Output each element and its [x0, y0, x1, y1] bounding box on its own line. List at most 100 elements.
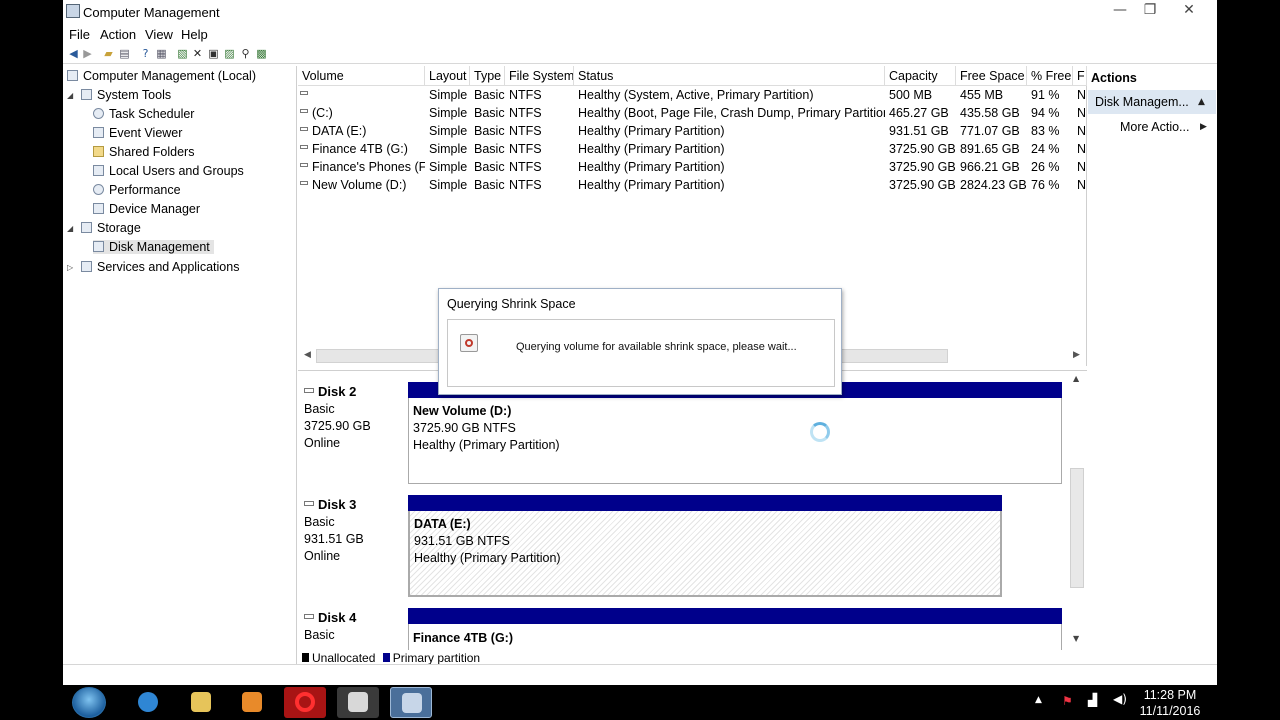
- column-header-capacity[interactable]: Capacity: [885, 66, 956, 86]
- tree-item-system-tools[interactable]: ◢ System Tools: [67, 88, 171, 102]
- tree-item-computer-management[interactable]: Computer Management (Local): [67, 69, 256, 83]
- column-header-status[interactable]: Status: [574, 66, 885, 86]
- collapse-arrow-icon[interactable]: ◢: [67, 224, 73, 233]
- partition-data-e[interactable]: DATA (E:) 931.51 GB NTFS Healthy (Primar…: [408, 511, 1002, 597]
- tree-item-disk-management[interactable]: Disk Management: [93, 240, 214, 254]
- taskbar-computer-management[interactable]: [390, 687, 432, 718]
- vertical-scrollbar[interactable]: ▲ ▼: [1068, 372, 1086, 648]
- export-list-icon[interactable]: ▧: [176, 47, 189, 60]
- legend-primary-label: Primary partition: [392, 651, 481, 664]
- table-row[interactable]: New Volume (D:) Simple Basic NTFS Healthy (P…: [298, 177, 1087, 195]
- tree-item-storage[interactable]: ◢ Storage: [67, 221, 141, 235]
- dialog-body: Querying volume for available shrink spa…: [447, 319, 835, 387]
- performance-icon: [93, 184, 104, 195]
- maximize-button[interactable]: ❐: [1136, 0, 1164, 20]
- tree-item-device-manager[interactable]: Device Manager: [93, 202, 200, 216]
- event-viewer-icon: [93, 127, 104, 138]
- submenu-arrow-icon[interactable]: ▶: [1200, 122, 1207, 132]
- table-cell-volume: New Volume (D:): [300, 178, 425, 196]
- table-cell-f: N: [1077, 124, 1087, 138]
- column-header-layout[interactable]: Layout: [425, 66, 470, 86]
- start-button[interactable]: [72, 687, 106, 718]
- partition-finance-4tb-g[interactable]: Finance 4TB (G:): [408, 624, 1062, 650]
- disk-3-label[interactable]: Disk 3 Basic 931.51 GB Online: [304, 496, 410, 565]
- clock-date[interactable]: 11/11/2016: [1134, 704, 1206, 718]
- table-row[interactable]: Simple Basic NTFS Healthy (System, Active, …: [298, 87, 1087, 105]
- collapse-arrow-icon[interactable]: ◢: [67, 91, 73, 100]
- volume-icon[interactable]: ◀): [1113, 692, 1127, 706]
- taskbar-internet-explorer[interactable]: [127, 687, 169, 718]
- wait-icon: [460, 334, 478, 352]
- network-icon[interactable]: ▟: [1088, 693, 1097, 707]
- table-cell-pct: 76 %: [1031, 178, 1060, 192]
- column-header-fault-tolerance[interactable]: F: [1073, 66, 1087, 86]
- settings-icon[interactable]: ▣: [207, 47, 220, 60]
- column-header-percent-free[interactable]: % Free: [1027, 66, 1073, 86]
- back-arrow-icon[interactable]: ◀: [67, 47, 80, 60]
- vertical-scroll-thumb[interactable]: [1070, 468, 1084, 588]
- taskbar-file-explorer[interactable]: [180, 687, 222, 718]
- delete-icon[interactable]: ✕: [191, 47, 204, 60]
- action-center-icon[interactable]: ⚑: [1062, 694, 1073, 708]
- table-cell-free: 771.07 GB: [960, 124, 1020, 138]
- table-cell-volume: DATA (E:): [300, 124, 425, 142]
- scroll-right-icon[interactable]: ▶: [1073, 350, 1080, 360]
- disk-management-icon: [93, 241, 104, 252]
- tree-item-performance[interactable]: Performance: [93, 183, 181, 197]
- help-icon[interactable]: ?: [139, 47, 152, 60]
- show-hidden-icons[interactable]: ▲: [1035, 695, 1042, 705]
- forward-arrow-icon[interactable]: ▶: [81, 47, 94, 60]
- clock-time[interactable]: 11:28 PM: [1134, 688, 1206, 702]
- tree-item-event-viewer[interactable]: Event Viewer: [93, 126, 182, 140]
- zoom-icon[interactable]: ▩: [255, 47, 268, 60]
- disk-2-label[interactable]: Disk 2 Basic 3725.90 GB Online: [304, 383, 410, 452]
- volume-icon: [300, 127, 308, 131]
- menu-help[interactable]: Help: [181, 27, 208, 42]
- scroll-down-icon[interactable]: ▼: [1073, 634, 1079, 643]
- refresh-icon[interactable]: ▨: [223, 47, 236, 60]
- table-cell-free: 966.21 GB: [960, 160, 1020, 174]
- scroll-left-icon[interactable]: ◀: [304, 350, 311, 360]
- tree-item-task-scheduler[interactable]: Task Scheduler: [93, 107, 194, 121]
- taskbar-paint[interactable]: [337, 687, 379, 718]
- volume-icon: [300, 91, 308, 95]
- column-header-volume[interactable]: Volume: [298, 66, 425, 86]
- close-button[interactable]: ✕: [1175, 0, 1203, 20]
- taskbar-media-player[interactable]: [231, 687, 273, 718]
- expand-arrow-icon[interactable]: ▷: [67, 263, 73, 272]
- actions-pane: Actions Disk Managem... ▲ More Actio... …: [1088, 66, 1217, 664]
- more-actions-link[interactable]: More Actio...: [1120, 120, 1189, 134]
- table-row[interactable]: (C:) Simple Basic NTFS Healthy (Boot, Page F…: [298, 105, 1087, 123]
- menu-file[interactable]: File: [69, 27, 90, 42]
- menu-view[interactable]: View: [145, 27, 173, 42]
- table-row[interactable]: Finance's Phones (F:) Simple Basic NTFS Heal…: [298, 159, 1087, 177]
- table-cell-volume: [300, 88, 425, 106]
- show-hide-tree-icon[interactable]: ▤: [118, 47, 131, 60]
- scroll-up-icon[interactable]: ▲: [1073, 374, 1079, 383]
- dialog-message: Querying volume for available shrink spa…: [516, 341, 797, 353]
- table-cell-type: Basic: [474, 160, 505, 174]
- up-folder-icon[interactable]: ▰: [102, 47, 115, 60]
- paint-icon: [348, 692, 368, 712]
- menu-action[interactable]: Action: [100, 27, 136, 42]
- collapse-up-icon[interactable]: ▲: [1198, 97, 1205, 107]
- column-header-type[interactable]: Type: [470, 66, 505, 86]
- media-player-icon: [242, 692, 262, 712]
- taskbar-opera[interactable]: [284, 687, 326, 718]
- table-row[interactable]: DATA (E:) Simple Basic NTFS Healthy (Primary…: [298, 123, 1087, 141]
- table-row[interactable]: Finance 4TB (G:) Simple Basic NTFS Healthy (…: [298, 141, 1087, 159]
- actions-disk-management[interactable]: Disk Managem...: [1088, 90, 1216, 114]
- tree-item-services-and-applications[interactable]: ▷ Services and Applications: [67, 260, 239, 274]
- volume-icon: [300, 145, 308, 149]
- tree-item-shared-folders[interactable]: Shared Folders: [93, 145, 194, 159]
- column-header-free-space[interactable]: Free Space: [956, 66, 1027, 86]
- minimize-button[interactable]: —: [1106, 0, 1134, 20]
- disk-4-label[interactable]: Disk 4 Basic: [304, 609, 410, 644]
- column-header-file-system[interactable]: File System: [505, 66, 574, 86]
- partition-new-volume-d[interactable]: New Volume (D:) 3725.90 GB NTFS Healthy …: [408, 398, 1062, 484]
- properties-icon[interactable]: ▦: [155, 47, 168, 60]
- search-icon[interactable]: ⚲: [239, 47, 252, 60]
- disk-icon: [304, 388, 314, 393]
- tree-item-local-users[interactable]: Local Users and Groups: [93, 164, 244, 178]
- tools-icon: [81, 89, 92, 100]
